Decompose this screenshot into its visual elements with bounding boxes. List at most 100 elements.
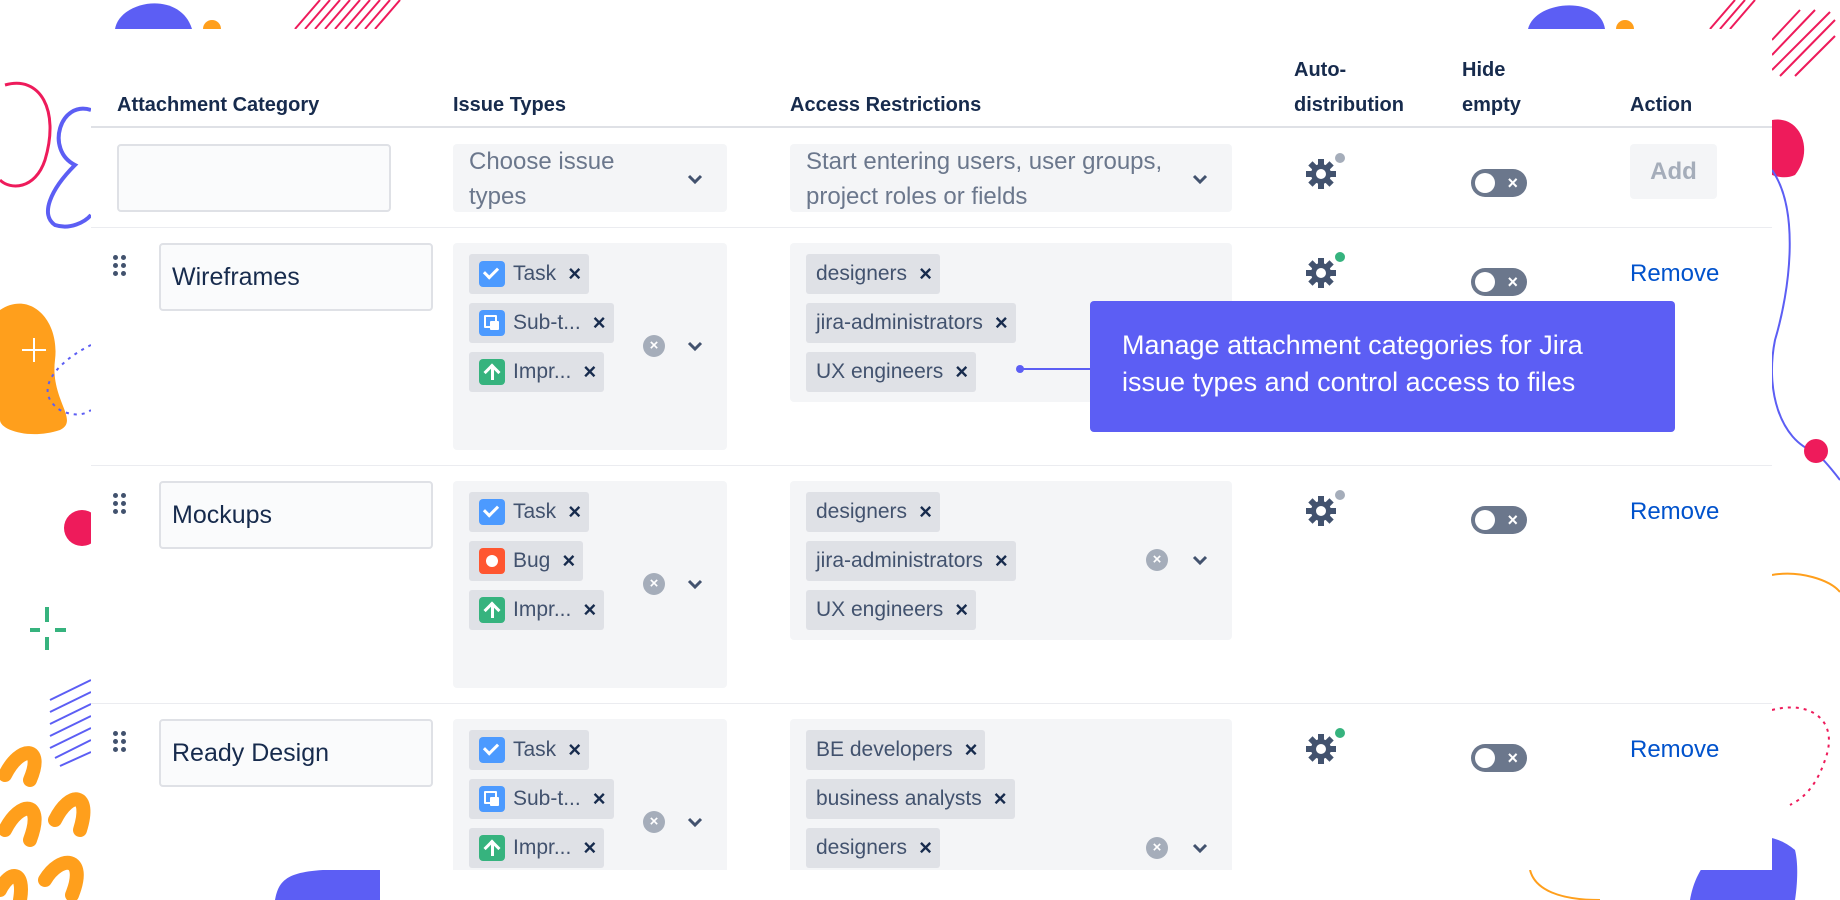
chip-remove-icon[interactable]: ×: [593, 310, 606, 336]
header-hide-empty-line1: Hide: [1462, 59, 1506, 81]
header-issue-types: Issue Types: [453, 94, 567, 116]
new-hide-empty-toggle[interactable]: ×: [1471, 169, 1527, 197]
row-divider: [91, 465, 1772, 466]
issue-types-select[interactable]: Task × Bug × Impr... × ×: [453, 481, 727, 688]
chip-remove-icon[interactable]: ×: [919, 835, 932, 861]
access-chip: designers ×: [806, 492, 940, 532]
remove-link[interactable]: Remove: [1630, 732, 1719, 767]
new-issue-types-select[interactable]: Choose issue types: [453, 144, 727, 212]
improvement-icon: [479, 835, 505, 861]
gear-icon[interactable]: [1302, 489, 1348, 529]
issue-type-chip: Sub-t... ×: [469, 779, 614, 819]
access-restrictions-select[interactable]: BE developers × business analysts × design…: [790, 719, 1232, 870]
gear-icon[interactable]: [1302, 152, 1348, 192]
chip-remove-icon[interactable]: ×: [593, 786, 606, 812]
new-access-restrictions-select[interactable]: Start entering users, user groups, proje…: [790, 144, 1232, 212]
chevron-down-icon[interactable]: [685, 577, 705, 591]
chip-remove-icon[interactable]: ×: [955, 597, 968, 623]
header-auto-distribution-line1: Auto-: [1294, 59, 1347, 81]
access-placeholder: Start entering users, user groups, proje…: [806, 148, 1163, 210]
clear-icon[interactable]: ×: [1146, 837, 1168, 859]
access-chip: UX engineers ×: [806, 590, 977, 630]
gear-icon[interactable]: [1302, 727, 1348, 767]
access-chip: business analysts ×: [806, 779, 1015, 819]
remove-link[interactable]: Remove: [1630, 494, 1719, 529]
remove-link[interactable]: Remove: [1630, 256, 1719, 291]
chip-remove-icon[interactable]: ×: [568, 499, 581, 525]
chevron-down-icon[interactable]: [1190, 553, 1210, 567]
chevron-down-icon[interactable]: [685, 339, 705, 353]
category-name-input[interactable]: Wireframes: [159, 243, 433, 311]
header-hide-empty-line2: empty: [1462, 94, 1521, 116]
issue-types-select[interactable]: Task × Sub-t... × Impr... × ×: [453, 719, 727, 870]
chip-remove-icon[interactable]: ×: [919, 261, 932, 287]
task-icon: [479, 261, 505, 287]
status-dot-off: [1335, 490, 1345, 500]
issue-type-chip: Sub-t... ×: [469, 303, 614, 343]
category-name-input[interactable]: Ready Design: [159, 719, 433, 787]
improvement-icon: [479, 597, 505, 623]
issue-types-placeholder: Choose issue types: [469, 148, 615, 210]
tooltip-pointer-line: [1018, 368, 1090, 370]
issue-types-select[interactable]: Task × Sub-t... × Impr... × ×: [453, 243, 727, 450]
chip-remove-icon[interactable]: ×: [965, 737, 978, 763]
chip-remove-icon[interactable]: ×: [583, 835, 596, 861]
issue-type-chip: Impr... ×: [469, 352, 605, 392]
hide-empty-toggle[interactable]: ×: [1471, 744, 1527, 772]
drag-handle-icon[interactable]: [113, 493, 129, 515]
drag-handle-icon[interactable]: [113, 731, 129, 753]
chip-remove-icon[interactable]: ×: [919, 499, 932, 525]
chip-remove-icon[interactable]: ×: [583, 597, 596, 623]
tooltip-line-2: issue types and control access to files: [1122, 367, 1576, 397]
chip-remove-icon[interactable]: ×: [995, 310, 1008, 336]
attachment-categories-panel: Attachment Category Issue Types Access R…: [91, 29, 1772, 870]
row-divider: [91, 227, 1772, 228]
access-chip: jira-administrators ×: [806, 541, 1016, 581]
new-category-input[interactable]: [117, 144, 391, 212]
access-chip: BE developers ×: [806, 730, 986, 770]
header-action: Action: [1630, 94, 1693, 116]
chevron-down-icon[interactable]: [685, 815, 705, 829]
status-dot-on: [1335, 252, 1345, 262]
gear-icon[interactable]: [1302, 251, 1348, 291]
improvement-icon: [479, 359, 505, 385]
issue-type-chip: Task ×: [469, 254, 590, 294]
hide-empty-toggle[interactable]: ×: [1471, 268, 1527, 296]
chevron-down-icon[interactable]: [1190, 841, 1210, 855]
clear-icon[interactable]: ×: [643, 335, 665, 357]
issue-type-chip: Task ×: [469, 492, 590, 532]
chip-remove-icon[interactable]: ×: [955, 359, 968, 385]
chip-remove-icon[interactable]: ×: [994, 786, 1007, 812]
add-button[interactable]: Add: [1630, 144, 1717, 199]
task-icon: [479, 737, 505, 763]
feature-tooltip: Manage attachment categories for Jira is…: [1090, 301, 1675, 432]
clear-icon[interactable]: ×: [643, 811, 665, 833]
access-restrictions-select[interactable]: designers × jira-administrators × UX engin…: [790, 481, 1232, 640]
clear-icon[interactable]: ×: [643, 573, 665, 595]
header-access-restrictions: Access Restrictions: [790, 94, 982, 116]
subtask-icon: [479, 786, 505, 812]
access-chip: designers ×: [806, 828, 940, 868]
chip-remove-icon[interactable]: ×: [583, 359, 596, 385]
tooltip-line-1: Manage attachment categories for Jira: [1122, 330, 1583, 360]
chevron-down-icon: [687, 174, 703, 185]
chip-remove-icon[interactable]: ×: [995, 548, 1008, 574]
category-name-input[interactable]: Mockups: [159, 481, 433, 549]
hide-empty-toggle[interactable]: ×: [1471, 506, 1527, 534]
chip-remove-icon[interactable]: ×: [568, 737, 581, 763]
status-dot-on: [1335, 728, 1345, 738]
access-chip: jira-administrators ×: [806, 303, 1016, 343]
chevron-down-icon: [1192, 174, 1208, 185]
header-divider: [91, 126, 1772, 128]
issue-type-chip: Task ×: [469, 730, 590, 770]
chip-remove-icon[interactable]: ×: [562, 548, 575, 574]
chip-remove-icon[interactable]: ×: [568, 261, 581, 287]
access-chip: UX engineers ×: [806, 352, 977, 392]
subtask-icon: [479, 310, 505, 336]
clear-icon[interactable]: ×: [1146, 549, 1168, 571]
header-attachment-category: Attachment Category: [117, 94, 320, 116]
issue-type-chip: Impr... ×: [469, 590, 605, 630]
drag-handle-icon[interactable]: [113, 255, 129, 277]
bug-icon: [479, 548, 505, 574]
issue-type-chip: Impr... ×: [469, 828, 605, 868]
